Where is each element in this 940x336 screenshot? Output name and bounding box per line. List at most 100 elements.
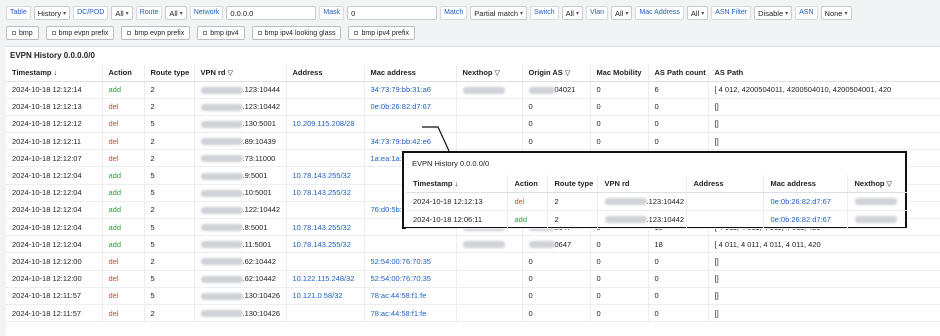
cell-action: del	[101, 132, 144, 151]
cell-mac-mobility: 0	[589, 115, 648, 134]
cell-nexthop	[455, 98, 522, 116]
cell-address[interactable]: 10.78.143.255/32	[285, 166, 364, 185]
redacted-value	[200, 310, 243, 318]
mask-input[interactable]: 0	[347, 6, 438, 20]
chip-bmp-evpn-prefix[interactable]: bmp evpn prefix	[121, 26, 191, 40]
chip-bmp[interactable]: bmp	[6, 26, 39, 40]
cell-route-type: 5	[143, 218, 194, 237]
switch-value: All	[565, 8, 574, 18]
cell-address	[285, 132, 364, 151]
redacted-value	[200, 138, 243, 146]
redacted-value	[200, 275, 243, 283]
cell-route-type: 2	[143, 132, 194, 151]
col-nexthop[interactable]: Nexthop ▽	[455, 65, 522, 82]
chevron-down-icon: ▾	[520, 10, 524, 17]
chip-bmp-ipv4-looking-glass[interactable]: bmp ipv4 looking glass	[251, 26, 342, 40]
cell-mac-address[interactable]: 78:ac:44:58:f1:fe	[363, 287, 456, 305]
cell-nexthop	[455, 287, 522, 305]
zoom-inset: EVPN History 0.0.0.0/0 Timestamp ↓ Action…	[402, 151, 907, 229]
asn-filter-select[interactable]: Disable ▾	[754, 6, 793, 20]
cell-as-path: []	[707, 252, 940, 271]
col-route-type[interactable]: Route type	[143, 65, 194, 82]
mask-label: Mask	[319, 6, 345, 20]
redacted-value	[200, 292, 243, 300]
cell-action: del	[101, 252, 144, 271]
cell-as-path-count: 0	[647, 304, 708, 323]
cell-address[interactable]: 10.209.115.208/28	[285, 115, 364, 134]
table-row[interactable]: 2024-10-18 12:12:14 add 2.123:10444 34:73:7…	[6, 81, 940, 99]
col-address[interactable]: Address	[285, 65, 364, 82]
table-row[interactable]: 2024-10-18 12:12:13 del 2.123:10442 0e:0b:2…	[6, 98, 940, 116]
cell-address[interactable]: 10.78.143.255/32	[285, 184, 364, 202]
table-row[interactable]: 2024-10-18 12:12:00 del 2.62:10442 52:54:00…	[6, 252, 940, 271]
cell-nexthop	[455, 235, 522, 254]
cell-mac-address[interactable]: 52:54:00:76:70:35	[363, 270, 456, 288]
match-label: Match	[440, 6, 468, 20]
chip-bmp-ipv4[interactable]: bmp ipv4	[197, 26, 245, 40]
checkbox-icon	[354, 31, 359, 35]
cell-action: add	[101, 201, 144, 220]
cell-timestamp: 2024-10-18 12:11:57	[6, 287, 102, 305]
chip-label: bmp evpn prefix	[134, 29, 185, 37]
cell-route-type: 5	[143, 115, 194, 134]
mac-address-label: Mac Address	[635, 6, 684, 20]
cell-address[interactable]: 10.78.143.255/32	[285, 235, 364, 254]
chevron-down-icon: ▾	[575, 10, 579, 17]
col-action[interactable]: Action	[101, 65, 144, 82]
cell-mac-address[interactable]: 52:54:00:76:70:35	[363, 252, 456, 271]
cell-action: add	[101, 218, 144, 237]
table-label: Table	[6, 6, 31, 20]
cell-mac-address[interactable]: 78:ac:44:58:f1:fe	[363, 304, 456, 323]
match-select[interactable]: Partial match ▾	[470, 6, 528, 20]
network-input[interactable]: 0.0.0.0	[226, 6, 317, 20]
cell-action: del	[101, 115, 144, 134]
filter-icon[interactable]: ▽	[228, 70, 233, 77]
table-row[interactable]: 2024-10-18 12:12:12 del 5.130:5001 10.209.1…	[6, 115, 940, 134]
cell-address[interactable]: 10.121.0.58/32	[285, 287, 364, 305]
col-as-path-count[interactable]: AS Path count	[647, 65, 708, 82]
redacted-value	[528, 241, 555, 249]
cell-route-type: 2	[546, 192, 597, 211]
switch-select[interactable]: All ▾	[561, 6, 583, 20]
col-mac-mobility[interactable]: Mac Mobility	[589, 65, 648, 82]
table-row[interactable]: 2024-10-18 12:11:57 del 5.130:10426 10.121.…	[6, 287, 940, 305]
chip-bmp-ipv4-prefix[interactable]: bmp ipv4 prefix	[348, 26, 415, 40]
col-timestamp[interactable]: Timestamp ↓	[6, 65, 102, 82]
filter-icon[interactable]: ▽	[495, 70, 500, 77]
cell-origin-as: 0	[521, 304, 590, 323]
cell-route-type: 2	[143, 98, 194, 116]
table-row[interactable]: 2024-10-18 12:12:11 del 2.89:10439 34:73:79…	[6, 132, 940, 151]
dc-pod-select[interactable]: All ▾	[111, 6, 133, 20]
vlan-select[interactable]: All ▾	[611, 6, 633, 20]
filter-icon[interactable]: ▽	[565, 70, 570, 77]
cell-timestamp: 2024-10-18 12:12:04	[6, 235, 102, 254]
route-select[interactable]: All ▾	[165, 6, 187, 20]
cell-timestamp: 2024-10-18 12:12:04	[6, 166, 102, 185]
table-row[interactable]: 2024-10-18 12:12:00 del 5.62:10442 10.122.1…	[6, 270, 940, 288]
col-origin-as[interactable]: Origin AS ▽	[521, 65, 590, 82]
inset-col-nexthop: Nexthop ▽	[846, 175, 907, 193]
cell-vpn-rd: .89:10439	[193, 132, 286, 151]
col-vpn-rd[interactable]: VPN rd ▽	[193, 65, 286, 82]
col-as-path[interactable]: AS Path	[707, 65, 940, 82]
chevron-down-icon: ▾	[179, 10, 183, 17]
table-row[interactable]: 2024-10-18 12:12:04 add 5.11:5001 10.78.143…	[6, 235, 940, 254]
callout-line	[422, 126, 450, 152]
cell-timestamp: 2024-10-18 12:12:13	[6, 98, 102, 116]
redacted-value	[854, 198, 897, 206]
table-row[interactable]: 2024-10-18 12:11:57 del 2.130:10426 78:ac:4…	[6, 304, 940, 323]
cell-mac-address[interactable]: 0e:0b:26:82:d7:67	[363, 98, 456, 116]
cell-action: add	[101, 81, 144, 99]
col-mac-address[interactable]: Mac address	[363, 65, 456, 82]
cell-address[interactable]: 10.122.115.248/32	[285, 270, 364, 288]
cell-route-type: 2	[143, 252, 194, 271]
cell-route-type: 5	[143, 235, 194, 254]
chip-label: bmp	[19, 29, 33, 37]
mac-address-select[interactable]: All ▾	[686, 6, 709, 20]
chip-bmp-evpn-prefix[interactable]: bmp evpn prefix	[45, 26, 115, 40]
cell-mac-address[interactable]: 34:73:79:bb:31:a6	[363, 81, 456, 99]
cell-nexthop	[455, 304, 522, 323]
cell-address[interactable]: 10.78.143.255/32	[285, 218, 364, 237]
asn-select[interactable]: None ▾	[820, 6, 852, 20]
table-select[interactable]: History ▾	[33, 6, 71, 20]
